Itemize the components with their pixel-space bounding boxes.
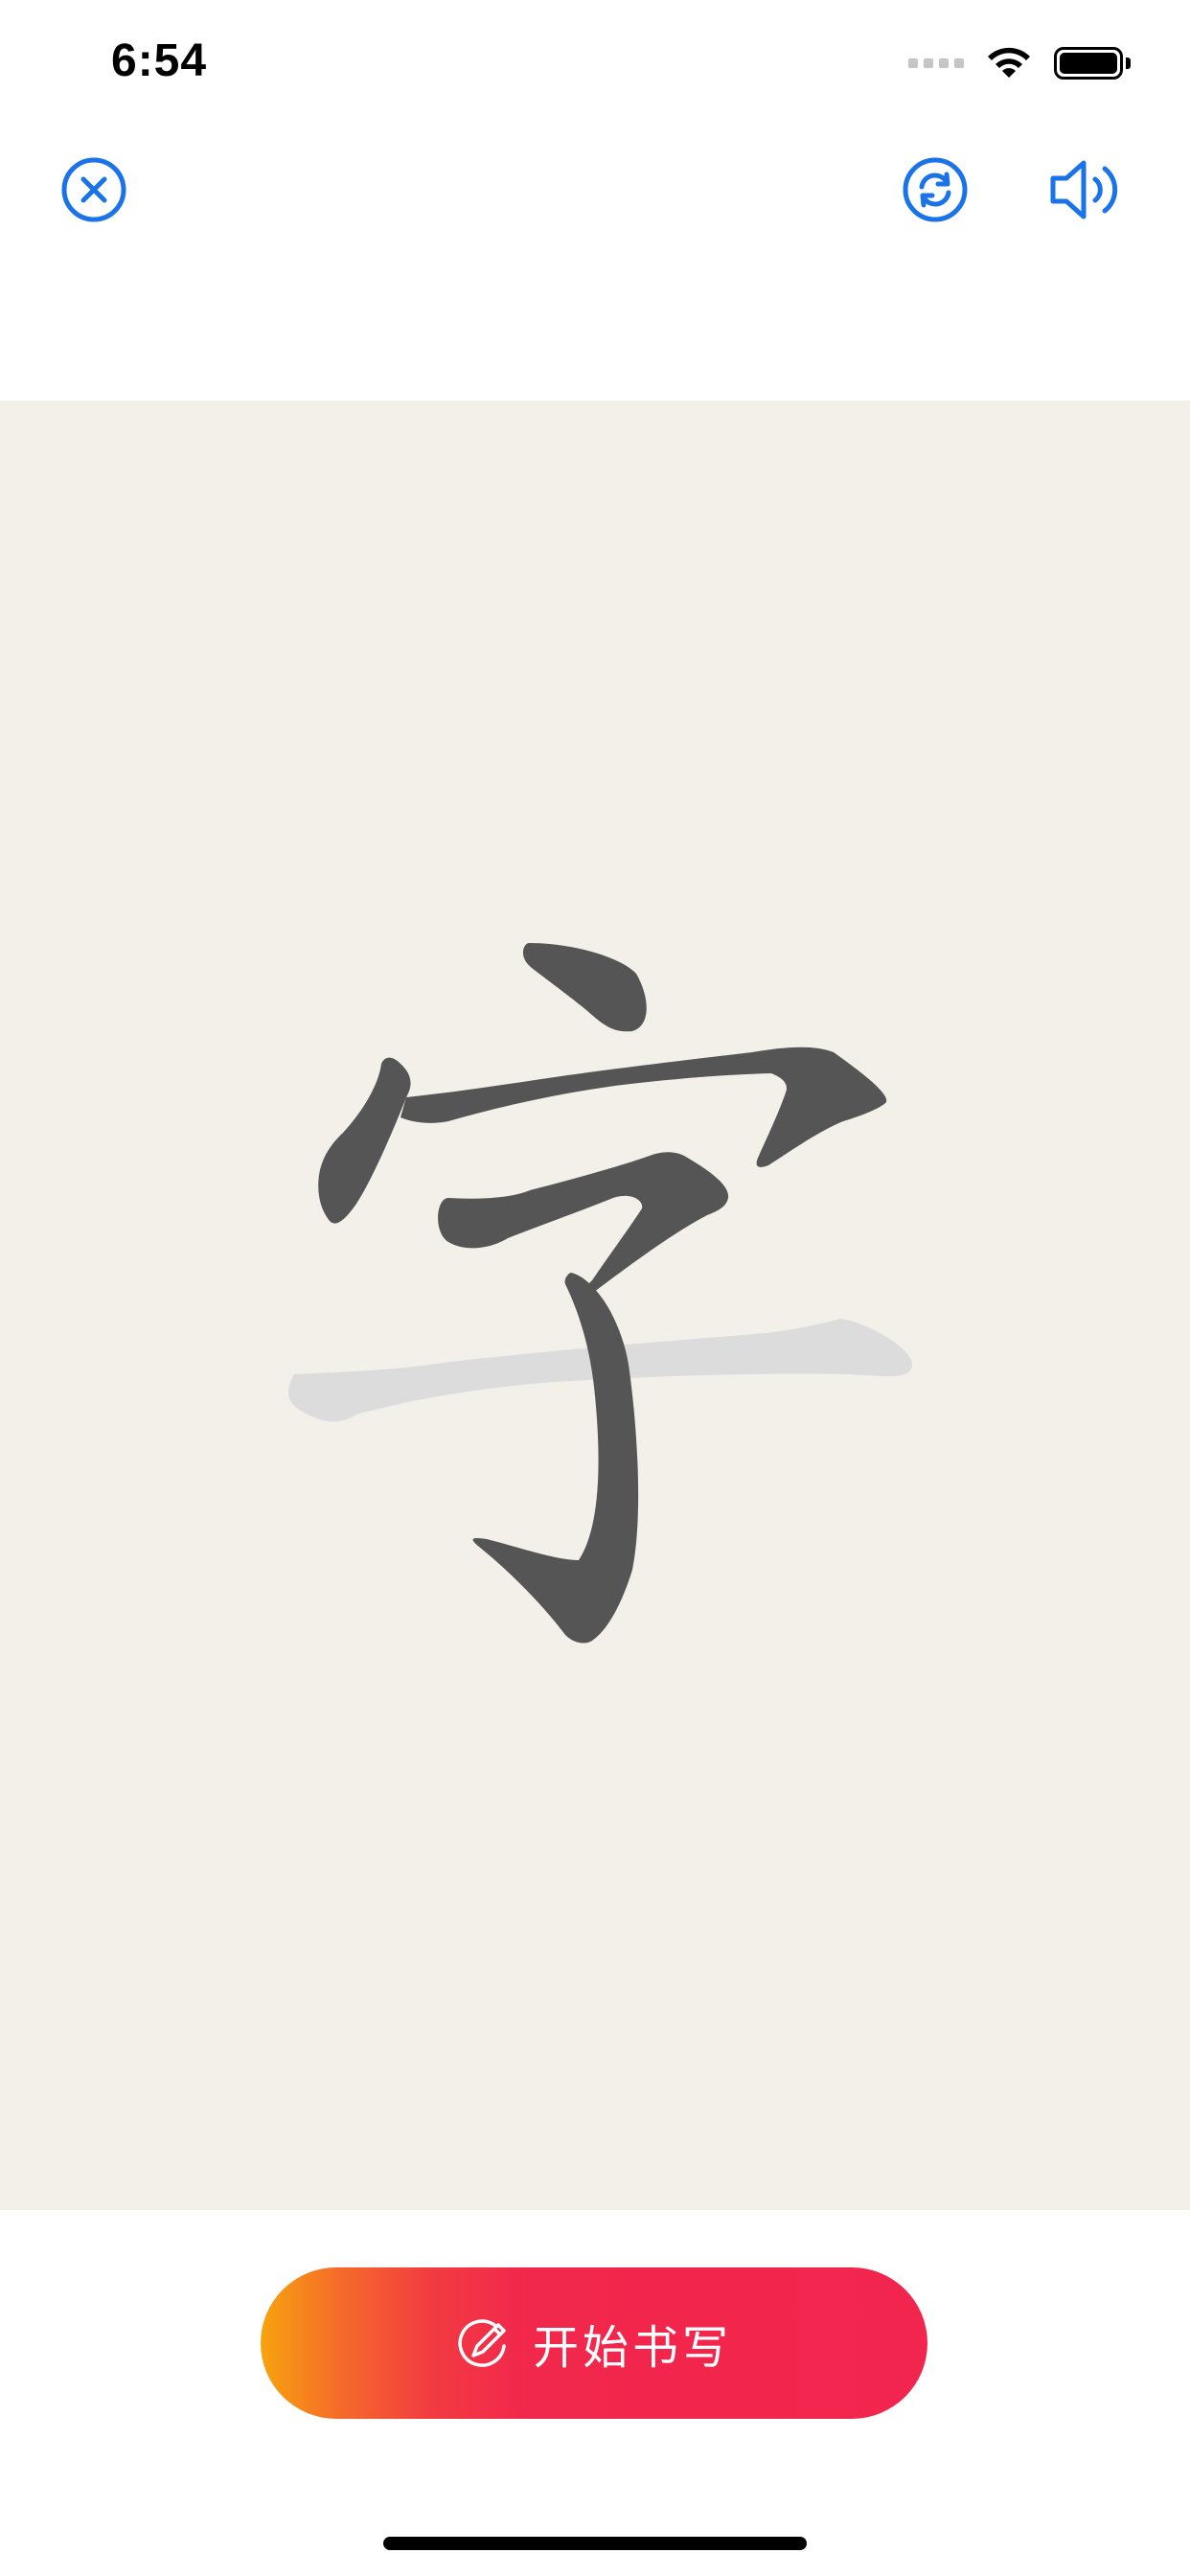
battery-icon [1054, 47, 1123, 80]
stroke-horizontal-hook [400, 1046, 887, 1167]
stroke-left-vertical [318, 1057, 411, 1224]
status-bar: 6:54 [0, 0, 1190, 126]
replay-animation-button[interactable] [901, 155, 970, 224]
refresh-icon [903, 157, 968, 222]
cellular-signal-icon [908, 58, 964, 68]
status-time: 6:54 [111, 35, 208, 86]
start-writing-label: 开始书写 [532, 2321, 732, 2375]
stroke-middle-horizontal [438, 1152, 729, 1296]
status-indicators [908, 42, 1131, 84]
speaker-icon [1050, 160, 1118, 219]
home-indicator[interactable] [383, 2537, 807, 2550]
start-writing-button[interactable]: 开始书写 [261, 2267, 927, 2419]
play-sound-button[interactable] [1047, 153, 1124, 226]
character-canvas [0, 401, 1190, 2210]
pen-icon [458, 2319, 506, 2367]
wifi-icon [988, 47, 1030, 78]
stroke-dot [522, 943, 647, 1032]
close-button[interactable] [59, 155, 128, 224]
character-strokes [287, 943, 913, 1644]
close-circle-icon [61, 157, 126, 222]
stroke-vertical-hook [472, 1273, 639, 1644]
